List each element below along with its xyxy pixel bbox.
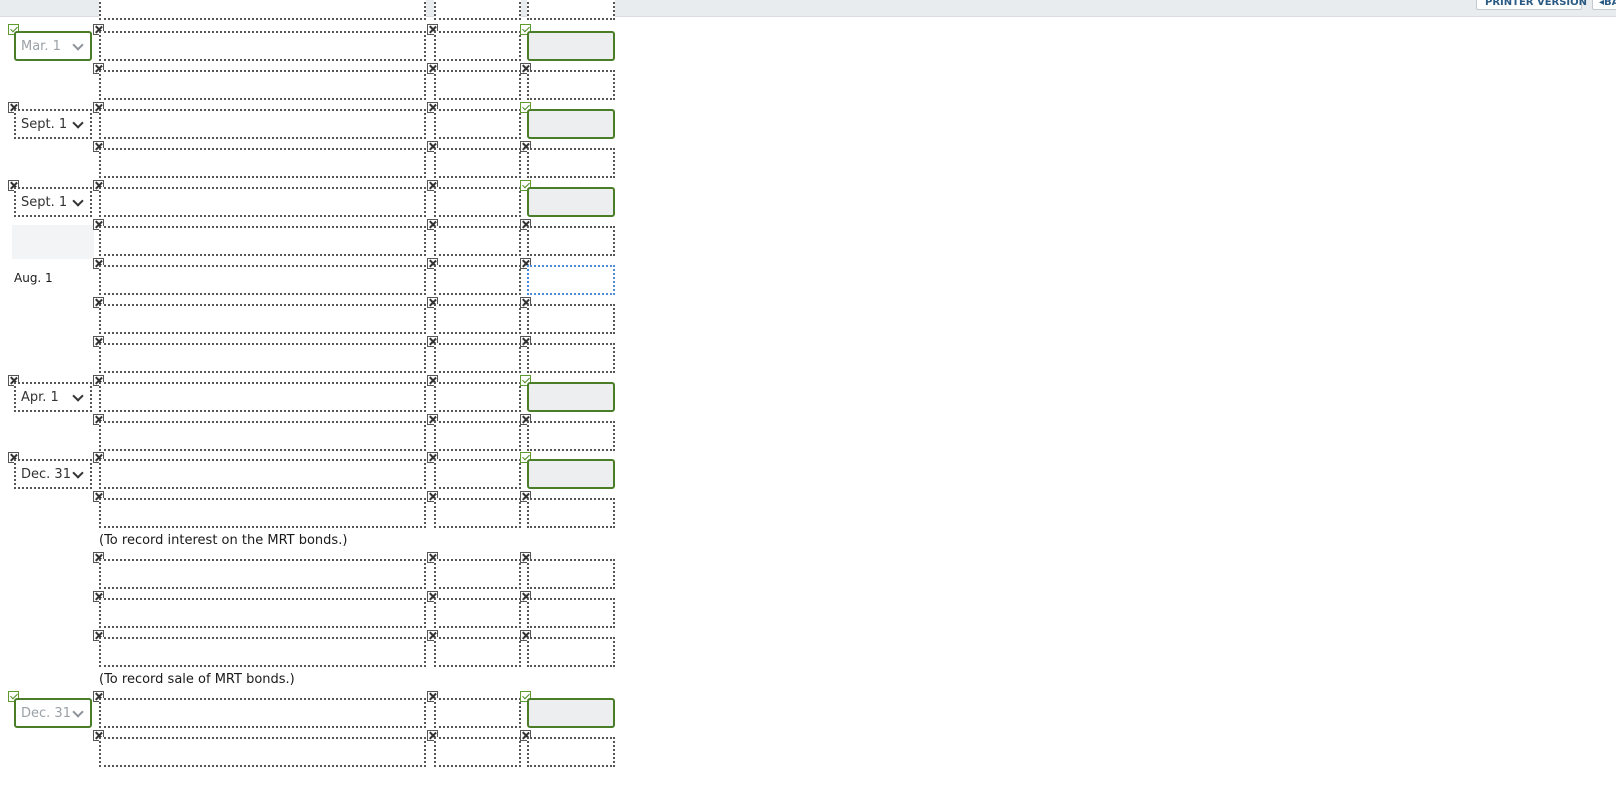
account-field[interactable] [99,304,426,334]
credit-field[interactable] [527,343,615,373]
date-select[interactable]: Dec. 31 [14,698,92,728]
debit-field[interactable] [434,698,521,728]
account-field[interactable] [99,459,426,489]
debit-field[interactable] [434,265,521,295]
date-select-value: Sept. 1 [21,195,68,210]
credit-field[interactable] [527,265,615,295]
credit-field[interactable] [527,109,615,139]
account-field[interactable] [99,421,426,451]
debit-field[interactable] [434,459,521,489]
journal-row [0,591,620,631]
journal-row [0,297,620,337]
debit-field[interactable] [434,343,521,373]
date-select[interactable]: Sept. 1 [14,187,92,217]
debit-field[interactable] [434,598,521,628]
debit-field[interactable] [434,226,521,256]
credit-field[interactable] [527,304,615,334]
debit-field[interactable] [434,498,521,528]
debit-field[interactable] [434,421,521,451]
debit-field[interactable] [434,737,521,767]
debit-field[interactable] [434,187,521,217]
journal-row [0,336,620,376]
account-field[interactable] [99,148,426,178]
account-field[interactable] [99,187,426,217]
debit-field[interactable] [434,148,521,178]
journal-row: Aug. 1 [0,258,620,298]
chevron-down-icon [72,390,84,402]
debit-field[interactable] [434,304,521,334]
chevron-down-icon [72,467,84,479]
credit-field[interactable] [527,187,615,217]
date-select[interactable]: Apr. 1 [14,382,92,412]
journal-row: Sept. 1 [0,102,620,142]
date-select[interactable]: Mar. 1 [14,31,92,61]
journal-row: Sept. 1 [0,180,620,220]
account-field[interactable] [99,109,426,139]
date-select-value: Dec. 31 [21,706,71,721]
account-field[interactable] [99,343,426,373]
credit-field[interactable] [527,148,615,178]
journal-row: Apr. 1 [0,375,620,415]
credit-field[interactable] [527,70,615,100]
account-field[interactable] [99,382,426,412]
account-field[interactable] [99,498,426,528]
journal-row [0,219,620,259]
credit-field[interactable] [527,559,615,589]
account-field[interactable] [99,31,426,61]
account-field[interactable] [99,70,426,100]
account-field[interactable] [99,737,426,767]
journal-row [0,730,620,770]
chevron-down-icon [72,706,84,718]
entry-description: (To record interest on the MRT bonds.) [99,533,348,548]
credit-field[interactable] [527,637,615,667]
journal-entry-table: Mar. 1 Sept. 1 Sept. 1 Aug. 1 Apr. 1 Dec. 31 (… [0,0,1616,796]
account-field[interactable] [99,226,426,256]
debit-field[interactable] [434,109,521,139]
journal-row [0,630,620,670]
date-select[interactable]: Dec. 31 [14,459,92,489]
journal-row: Dec. 31 [0,452,620,492]
debit-field[interactable] [434,31,521,61]
journal-row [0,141,620,181]
credit-field[interactable] [527,226,615,256]
account-field[interactable] [99,637,426,667]
journal-row [0,491,620,531]
credit-field[interactable] [527,382,615,412]
date-label: Aug. 1 [14,271,53,285]
account-field[interactable] [99,559,426,589]
credit-field[interactable] [527,459,615,489]
debit-field[interactable] [434,559,521,589]
chevron-down-icon [72,117,84,129]
journal-row: Dec. 31 [0,691,620,731]
date-placeholder [12,225,94,259]
entry-description: (To record sale of MRT bonds.) [99,672,295,687]
chevron-down-icon [72,39,84,51]
journal-row [0,552,620,592]
journal-row [0,63,620,103]
debit-field[interactable] [434,637,521,667]
credit-field[interactable] [527,498,615,528]
account-field[interactable] [99,265,426,295]
debit-field[interactable] [434,70,521,100]
date-select-value: Mar. 1 [21,39,61,54]
chevron-down-icon [72,195,84,207]
date-select[interactable]: Sept. 1 [14,109,92,139]
date-select-value: Sept. 1 [21,117,68,132]
date-select-value: Dec. 31 [21,467,71,482]
account-field[interactable] [99,698,426,728]
debit-field[interactable] [434,382,521,412]
credit-field[interactable] [527,31,615,61]
journal-row: Mar. 1 [0,24,620,64]
journal-row [0,414,620,454]
credit-field[interactable] [527,698,615,728]
credit-field[interactable] [527,598,615,628]
credit-field[interactable] [527,421,615,451]
date-select-value: Apr. 1 [21,390,59,405]
credit-field[interactable] [527,737,615,767]
account-field[interactable] [99,598,426,628]
